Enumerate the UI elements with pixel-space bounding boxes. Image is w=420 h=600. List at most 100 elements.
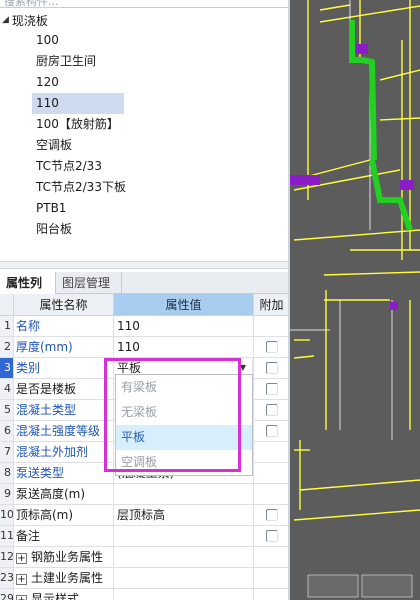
- add-cell: [254, 589, 290, 600]
- property-name: 类别: [14, 358, 114, 379]
- header-name: 属性名称: [14, 294, 114, 316]
- tree-item[interactable]: 110: [32, 93, 124, 114]
- tree-item[interactable]: 100【放射筋】: [0, 114, 290, 135]
- add-cell: [254, 547, 290, 568]
- tree-item[interactable]: 100: [0, 30, 290, 51]
- property-name: 泵送高度(m): [14, 484, 114, 505]
- property-row[interactable]: 10 顶标高(m) 层顶标高: [0, 505, 290, 526]
- add-cell: [254, 526, 290, 547]
- add-checkbox[interactable]: [265, 362, 278, 374]
- component-panel: 搜索构件... ◢ 现浇板 100 厨房卫生间 120 110 100【放射筋】 空调板 T…: [0, 0, 290, 600]
- row-number: 12: [0, 547, 14, 568]
- row-number: 3: [0, 358, 14, 379]
- row-number: 29: [0, 589, 14, 600]
- cad-drawing: [290, 0, 420, 598]
- type-dropdown-list: 有梁板 无梁板 平板 空调板: [115, 374, 253, 476]
- property-value[interactable]: 层顶标高: [114, 505, 254, 526]
- row-number: 9: [0, 484, 14, 505]
- dropdown-option[interactable]: 有梁板: [116, 375, 252, 400]
- property-name: + 土建业务属性: [14, 568, 114, 589]
- property-name: 泵送类型: [14, 463, 114, 484]
- row-number: 4: [0, 379, 14, 400]
- row-number: 7: [0, 442, 14, 463]
- property-value[interactable]: [114, 484, 254, 505]
- row-number: 11: [0, 526, 14, 547]
- tree-item[interactable]: TC节点2/33下板: [0, 177, 290, 198]
- property-name-label: 土建业务属性: [31, 571, 104, 585]
- combobox-value: 平板: [117, 361, 142, 375]
- property-row[interactable]: 9 泵送高度(m): [0, 484, 290, 505]
- tree-node-root[interactable]: ◢ 现浇板: [0, 10, 290, 30]
- tree-item[interactable]: TC节点2/33: [0, 156, 290, 177]
- add-cell: [254, 379, 290, 400]
- property-value[interactable]: 110: [114, 316, 254, 337]
- plus-box-icon[interactable]: +: [16, 574, 27, 585]
- tree-root-label: 现浇板: [11, 13, 48, 28]
- property-row[interactable]: 12 + 钢筋业务属性: [0, 547, 290, 568]
- add-cell: [254, 568, 290, 589]
- property-name: 混凝土类型: [14, 400, 114, 421]
- header-num: [0, 294, 14, 316]
- tab-layer-manager[interactable]: 图层管理: [56, 272, 122, 294]
- add-cell: [254, 484, 290, 505]
- row-number: 8: [0, 463, 14, 484]
- cad-canvas[interactable]: [290, 0, 420, 600]
- add-cell: [254, 442, 290, 463]
- tab-label: 图层管理: [62, 276, 111, 290]
- add-checkbox[interactable]: [265, 404, 278, 416]
- tree-item[interactable]: 120: [0, 72, 290, 93]
- property-name-label: 钢筋业务属性: [31, 550, 104, 564]
- property-name: 顶标高(m): [14, 505, 114, 526]
- row-number: 5: [0, 400, 14, 421]
- tree-item[interactable]: 厨房卫生间: [0, 51, 290, 72]
- plus-box-icon[interactable]: +: [16, 595, 27, 600]
- plus-box-icon[interactable]: +: [16, 553, 27, 564]
- add-checkbox[interactable]: [265, 383, 278, 395]
- row-number: 6: [0, 421, 14, 442]
- row-number: 10: [0, 505, 14, 526]
- header-add: 附加: [254, 294, 290, 316]
- property-name: 厚度(mm): [14, 337, 114, 358]
- dropdown-option[interactable]: 平板: [116, 425, 252, 450]
- add-cell: [254, 337, 290, 358]
- property-row[interactable]: 11 备注: [0, 526, 290, 547]
- property-value[interactable]: [114, 547, 254, 568]
- add-checkbox[interactable]: [265, 425, 278, 437]
- add-checkbox[interactable]: [265, 530, 278, 542]
- dropdown-option[interactable]: 无梁板: [116, 400, 252, 425]
- add-cell: [254, 316, 290, 337]
- tree-item[interactable]: PTB1: [0, 198, 290, 219]
- triangle-down-icon[interactable]: ◢: [2, 15, 9, 25]
- dropdown-option[interactable]: 空调板: [116, 450, 252, 475]
- property-row[interactable]: 2 厚度(mm) 110: [0, 337, 290, 358]
- property-tabs: 属性列表 图层管理: [0, 272, 290, 312]
- property-name: 混凝土强度等级: [14, 421, 114, 442]
- property-row[interactable]: 1 名称 110: [0, 316, 290, 337]
- row-number: 2: [0, 337, 14, 358]
- add-checkbox[interactable]: [265, 509, 278, 521]
- add-cell: [254, 358, 290, 379]
- tree-item[interactable]: 空调板: [0, 135, 290, 156]
- property-value[interactable]: [114, 526, 254, 547]
- property-name: 是否是楼板: [14, 379, 114, 400]
- grid-header: 属性名称 属性值 附加: [0, 294, 290, 316]
- property-row[interactable]: 29+ 显示样式: [0, 589, 290, 600]
- component-tree: ◢ 现浇板 100 厨房卫生间 120 110 100【放射筋】 空调板 TC节点2/33 T…: [0, 10, 290, 240]
- property-value[interactable]: [114, 589, 254, 600]
- add-checkbox[interactable]: [265, 341, 278, 353]
- property-name: + 钢筋业务属性: [14, 547, 114, 568]
- property-name: 名称: [14, 316, 114, 337]
- add-cell: [254, 421, 290, 442]
- add-cell: [254, 400, 290, 421]
- tab-property-list[interactable]: 属性列表: [0, 272, 56, 312]
- property-name-label: 显示样式: [31, 592, 80, 600]
- header-value: 属性值: [114, 294, 254, 316]
- search-input[interactable]: 搜索构件...: [0, 0, 290, 8]
- panel-divider[interactable]: [0, 261, 290, 269]
- property-row[interactable]: 23 + 土建业务属性: [0, 568, 290, 589]
- add-cell: [254, 463, 290, 484]
- tree-item[interactable]: 阳台板: [0, 219, 290, 240]
- property-value[interactable]: 110: [114, 337, 254, 358]
- property-value[interactable]: [114, 568, 254, 589]
- add-cell: [254, 505, 290, 526]
